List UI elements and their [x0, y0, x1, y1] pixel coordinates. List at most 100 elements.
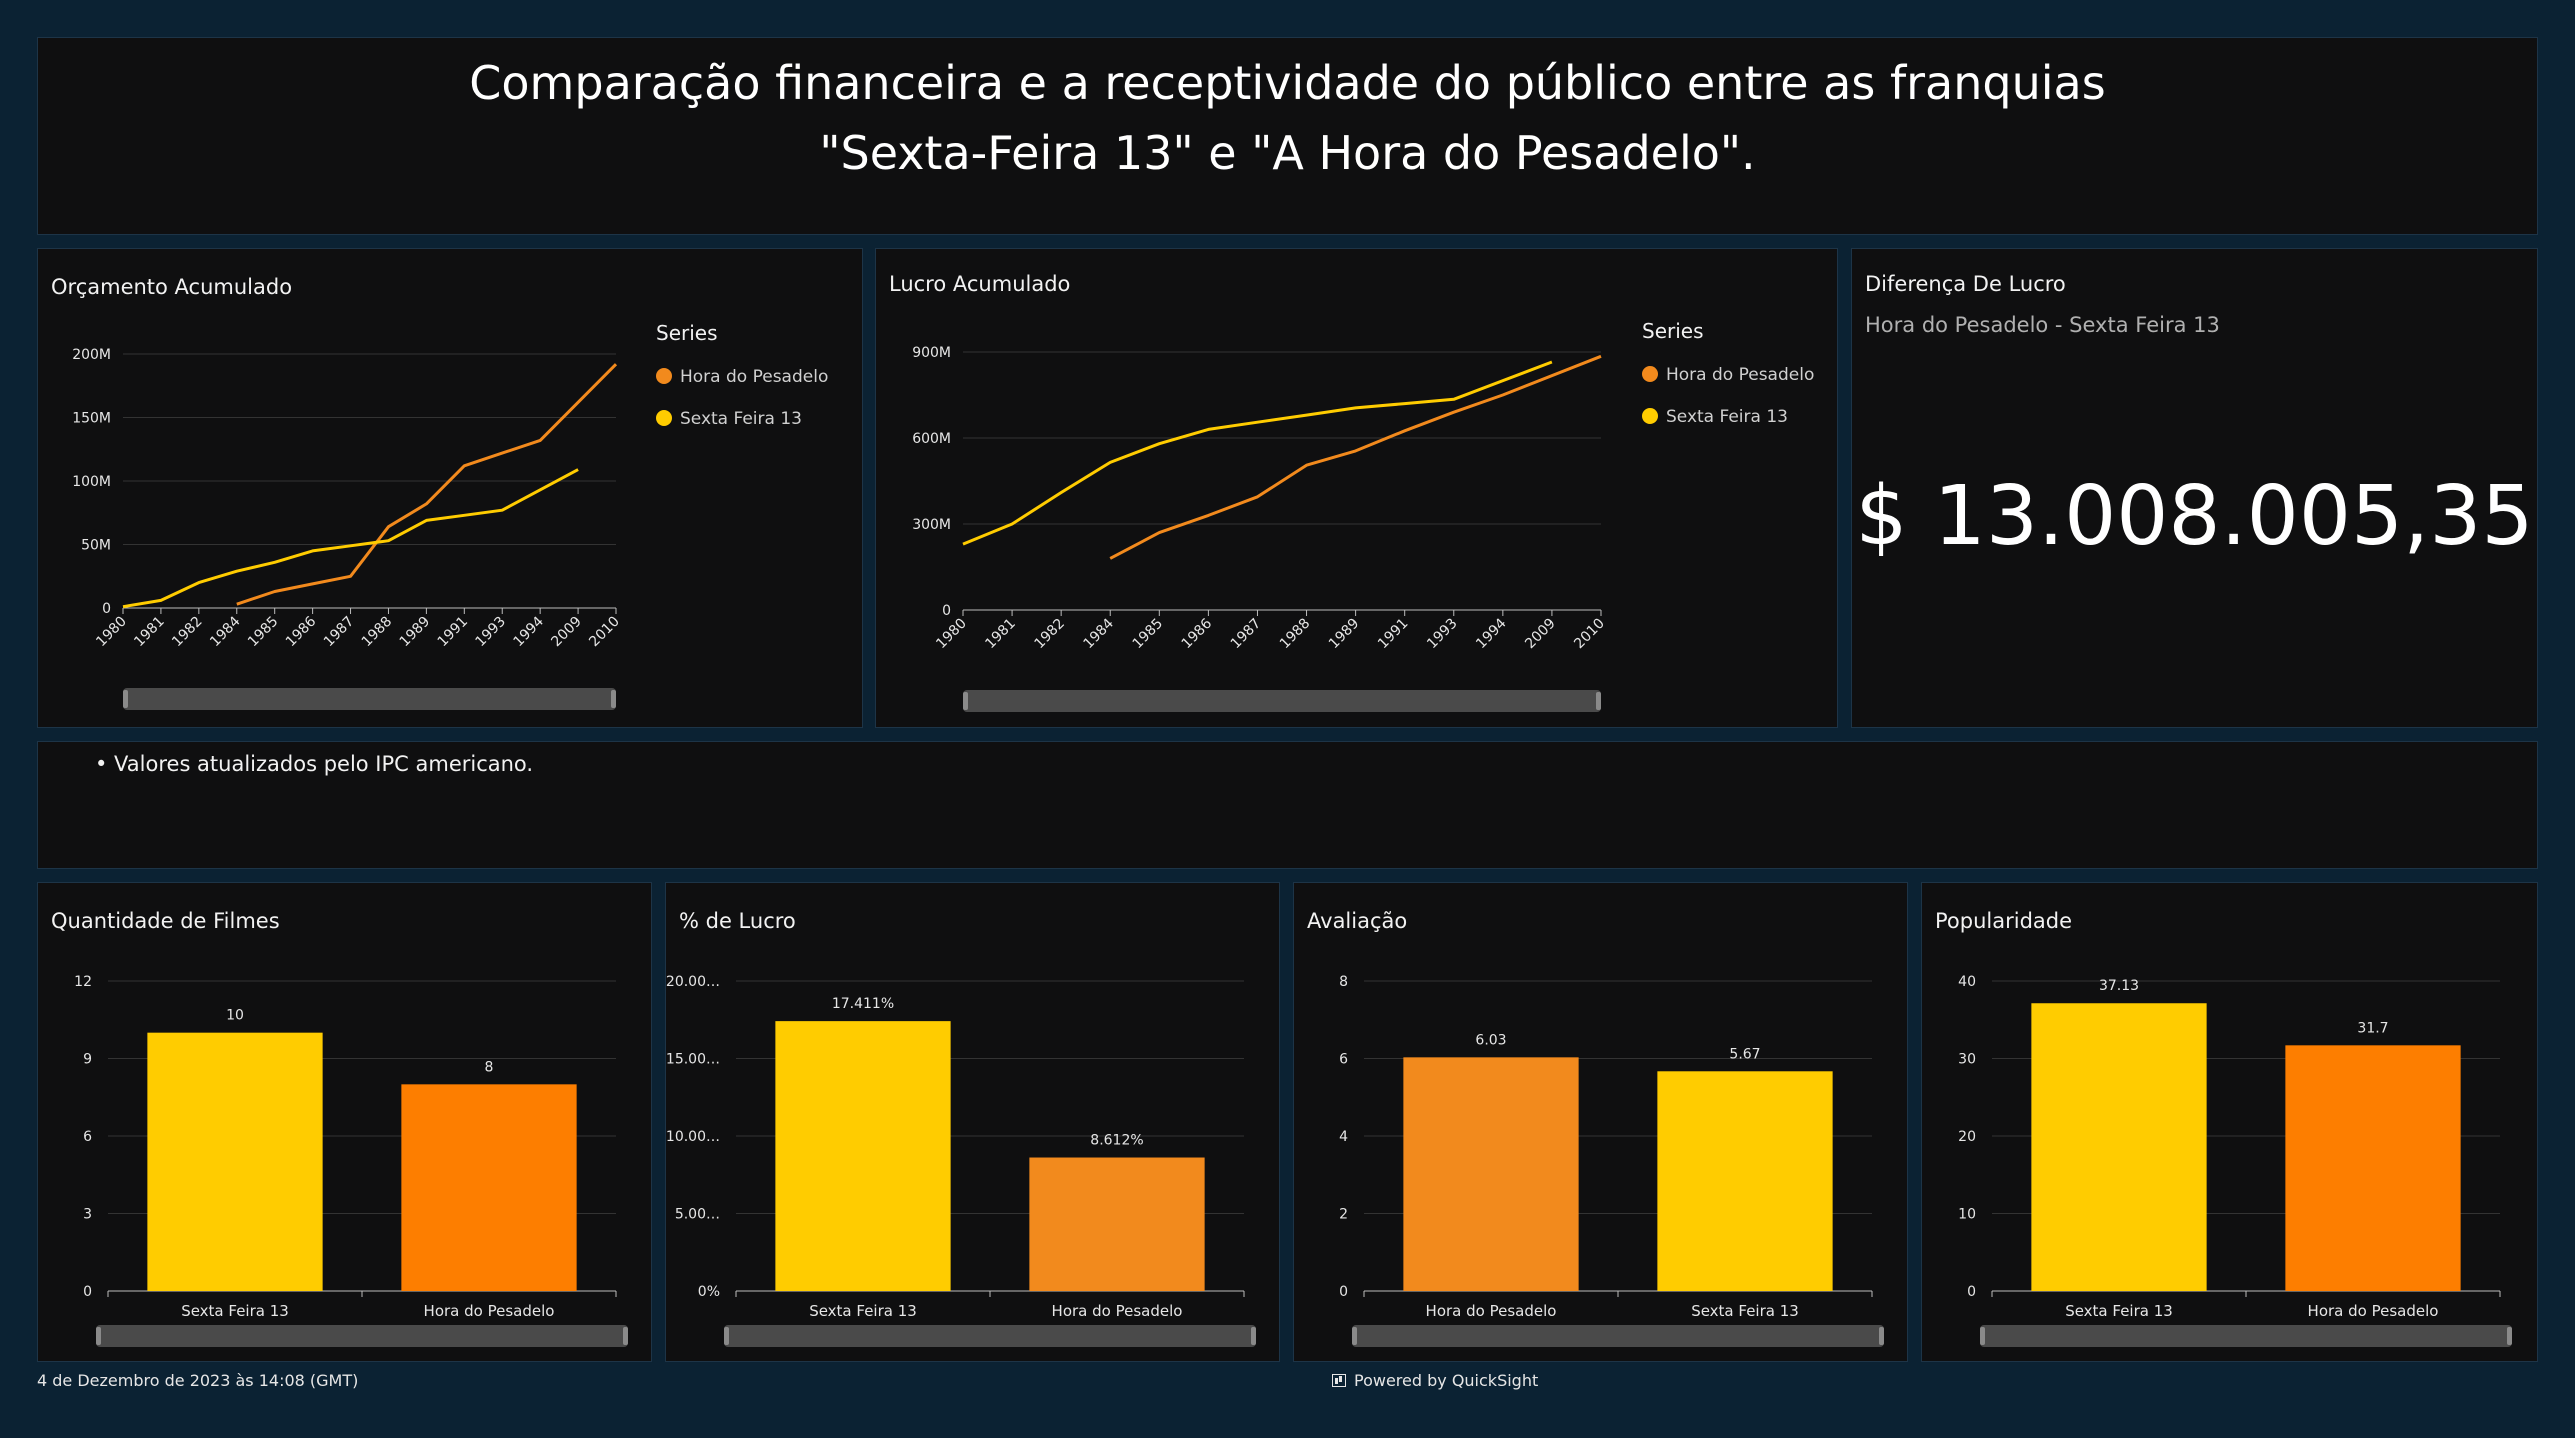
orcamento-xtick-label: 1991	[435, 614, 472, 651]
lucro-xtick-label: 2010	[1571, 616, 1608, 653]
lucro-xtick-label: 1981	[982, 616, 1019, 653]
quantidade-ytick-label: 3	[83, 1207, 92, 1223]
lucro-scrollbar-handle-left	[963, 692, 968, 710]
popularidade-scrollbar[interactable]	[1980, 1325, 2512, 1347]
orcamento-series-line-0	[236, 363, 618, 606]
lucro-legend-marker-1	[1642, 408, 1658, 424]
quantidade-scrollbar-handle-right	[623, 1327, 628, 1345]
orcamento-legend-marker-1	[656, 410, 672, 426]
orcamento-xtick-label: 1981	[131, 614, 168, 651]
orcamento-xtick-label: 2010	[586, 614, 623, 651]
pct-lucro-category-label-0: Sexta Feira 13	[809, 1302, 917, 1320]
lucro-xtick-label: 1982	[1031, 616, 1068, 653]
avaliacao-ytick-label: 4	[1339, 1129, 1348, 1145]
orcamento-line-chart[interactable]: 0 50M 100M 150M 200M 1980 1981 1982 1984 1985 1986…	[38, 249, 864, 729]
orcamento-ytick-label: 0	[102, 601, 111, 617]
pct-lucro-scrollbar-thumb	[724, 1325, 1256, 1347]
quantidade-ytick-label: 12	[74, 974, 92, 990]
avaliacao-ytick-label: 6	[1339, 1052, 1348, 1068]
orcamento-ytick-label: 50M	[81, 538, 111, 554]
quantidade-visual[interactable]: Quantidade de Filmes 0 3 6 9 12 10 Sexta Feira…	[37, 882, 652, 1362]
lucro-ytick-label: 900M	[912, 345, 951, 361]
note-text: • Valores atualizados pelo IPC americano…	[95, 752, 534, 776]
avaliacao-bar-chart[interactable]: 0 2 4 6 8 6.03 Hora do Pesadelo 5.67 Sexta Feira…	[1294, 883, 1909, 1363]
quantidade-scrollbar[interactable]	[96, 1325, 628, 1347]
popularidade-bar-1	[2285, 1045, 2461, 1291]
lucro-xtick-label: 1993	[1424, 616, 1461, 653]
lucro-scrollbar[interactable]	[963, 690, 1601, 712]
orcamento-xtick-label: 1982	[169, 614, 206, 651]
lucro-legend-marker-0	[1642, 366, 1658, 382]
lucro-xtick-label: 1984	[1081, 615, 1118, 652]
lucro-legend-title: Series	[1642, 319, 1704, 343]
avaliacao-data-label-1: 5.67	[1729, 1046, 1760, 1062]
orcamento-legend-marker-0	[656, 368, 672, 384]
avaliacao-scrollbar[interactable]	[1352, 1325, 1884, 1347]
orcamento-ytick-label: 150M	[72, 411, 111, 427]
quantidade-bar-1	[401, 1084, 577, 1291]
avaliacao-category-label-1: Sexta Feira 13	[1691, 1302, 1799, 1320]
quantidade-data-label-1: 8	[485, 1059, 494, 1075]
avaliacao-ytick-label: 0	[1339, 1284, 1348, 1300]
popularidade-ytick-label: 40	[1958, 974, 1976, 990]
pct-lucro-scrollbar[interactable]	[724, 1325, 1256, 1347]
avaliacao-category-label-0: Hora do Pesadelo	[1426, 1302, 1557, 1320]
orcamento-xtick-label: 2009	[548, 614, 585, 651]
pct-lucro-bar-chart[interactable]: 0% 5.00… 10.00… 15.00… 20.00… 17.411% Sexta Fe…	[666, 883, 1281, 1363]
lucro-legend-label-1: Sexta Feira 13	[1666, 407, 1788, 427]
lucro-xtick-label: 2009	[1522, 616, 1559, 653]
popularidade-data-label-1: 31.7	[2357, 1020, 2388, 1036]
quantidade-category-label-1: Hora do Pesadelo	[424, 1302, 555, 1320]
lucro-legend-label-0: Hora do Pesadelo	[1666, 365, 1814, 385]
lucro-ytick-label: 300M	[912, 517, 951, 533]
pct-lucro-data-label-0: 17.411%	[832, 996, 894, 1012]
orcamento-xtick-label: 1985	[245, 614, 282, 651]
quantidade-scrollbar-thumb	[96, 1325, 628, 1347]
pct-lucro-bar-1	[1029, 1157, 1205, 1291]
avaliacao-scrollbar-handle-right	[1879, 1327, 1884, 1345]
orcamento-scrollbar-thumb	[123, 688, 616, 710]
popularidade-ytick-label: 10	[1958, 1207, 1976, 1223]
popularidade-data-label-0: 37.13	[2099, 978, 2139, 994]
popularidade-bar-chart[interactable]: 0 10 20 30 40 37.13 Sexta Feira 13 31.7 Hora do …	[1922, 883, 2539, 1363]
pct-lucro-ytick-label: 15.00…	[666, 1052, 720, 1068]
lucro-series-line-1	[962, 360, 1553, 546]
lucro-xtick-label: 1994	[1473, 615, 1510, 652]
lucro-xtick-label: 1988	[1277, 616, 1314, 653]
avaliacao-scrollbar-thumb	[1352, 1325, 1884, 1347]
avaliacao-ytick-label: 8	[1339, 974, 1348, 990]
pct-lucro-scrollbar-handle-left	[724, 1327, 729, 1345]
orcamento-visual[interactable]: Orçamento Acumulado 0 50M 100M 150M 200M 1980…	[37, 248, 863, 728]
orcamento-xtick-label: 1989	[397, 614, 434, 651]
avaliacao-visual[interactable]: Avaliação 0 2 4 6 8 6.03 Hora do Pesadelo 5.67 S…	[1293, 882, 1908, 1362]
popularidade-bar-0	[2031, 1003, 2207, 1291]
pct-lucro-scrollbar-handle-right	[1251, 1327, 1256, 1345]
quantidade-bar-chart[interactable]: 0 3 6 9 12 10 Sexta Feira 13 8 Hora do Pesadelo	[38, 883, 653, 1363]
kpi-visual[interactable]: Diferença De Lucro Hora do Pesadelo - Se…	[1851, 248, 2538, 728]
avaliacao-ytick-label: 2	[1339, 1207, 1348, 1223]
page-title: Comparação financeira e a receptividade …	[38, 48, 2537, 188]
orcamento-scrollbar-handle-right	[611, 690, 616, 708]
popularidade-category-label-0: Sexta Feira 13	[2065, 1302, 2173, 1320]
lucro-visual[interactable]: Lucro Acumulado 0 300M 600M 900M 1980 1981 198…	[875, 248, 1838, 728]
quantidade-scrollbar-handle-left	[96, 1327, 101, 1345]
pct-lucro-category-label-1: Hora do Pesadelo	[1052, 1302, 1183, 1320]
lucro-xtick-label: 1980	[933, 616, 970, 653]
lucro-xtick-label: 1986	[1179, 615, 1216, 652]
popularidade-ytick-label: 0	[1967, 1284, 1976, 1300]
footer-powered-text: Powered by QuickSight	[1354, 1371, 1539, 1390]
footer-powered[interactable]: Powered by QuickSight	[1332, 1371, 1538, 1390]
lucro-line-chart[interactable]: 0 300M 600M 900M 1980 1981 1982 1984 1985 1986 198…	[876, 249, 1839, 729]
orcamento-xtick-label: 1988	[359, 614, 396, 651]
quantidade-bar-0	[147, 1032, 323, 1291]
orcamento-scrollbar-handle-left	[123, 690, 128, 708]
pct-lucro-visual[interactable]: % de Lucro 0% 5.00… 10.00… 15.00… 20.00… 17.4…	[665, 882, 1280, 1362]
popularidade-ytick-label: 20	[1958, 1129, 1976, 1145]
orcamento-scrollbar[interactable]	[123, 688, 616, 710]
popularidade-visual[interactable]: Popularidade 0 10 20 30 40 37.13 Sexta Feira 1…	[1921, 882, 2538, 1362]
lucro-ytick-label: 0	[942, 603, 951, 619]
pct-lucro-data-label-1: 8.612%	[1090, 1133, 1143, 1149]
lucro-ytick-label: 600M	[912, 431, 951, 447]
quantidade-data-label-0: 10	[226, 1008, 244, 1024]
header-panel: Comparação financeira e a receptividade …	[37, 37, 2538, 235]
